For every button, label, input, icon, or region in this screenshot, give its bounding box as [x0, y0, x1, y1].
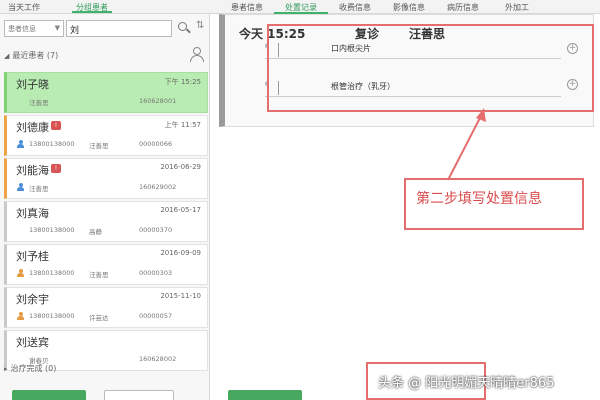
add-patient-icon[interactable]	[190, 47, 204, 63]
tab-fee-info[interactable]: 收费信息	[328, 0, 382, 14]
search-input[interactable]: 刘	[66, 20, 172, 37]
secondary-button[interactable]	[104, 390, 174, 400]
patient-id: 160628001	[139, 97, 177, 105]
patient-card[interactable]: 刘德康 ! 上午 11:57 13800138000 汪善思 00000066	[4, 115, 208, 156]
annotation-arrow	[447, 108, 486, 181]
top-tab-bar: 当天工作 分组患者 患者信息 处置记录 收费信息 影像信息 病历信息 外加工	[0, 0, 600, 14]
patient-id: 160628002	[139, 355, 177, 363]
doctor-name: 高静	[89, 228, 102, 236]
record-tabs: 患者信息 处置记录 收费信息 影像信息 病历信息 外加工	[220, 0, 544, 14]
treatment-done-label: 治疗完成 (0)	[10, 364, 57, 373]
patient-phone: 13800138000	[29, 226, 75, 234]
doctor-name: 汪善思	[29, 185, 49, 193]
watermark: 头条 @ 阳光明媚天晴晴er865	[378, 376, 555, 391]
highlight-box	[267, 24, 594, 112]
primary-button[interactable]	[12, 390, 86, 400]
patient-card[interactable]: 刘余宇 2015-11-10 13800138000 许芸达 00000057	[4, 287, 208, 328]
tab-outsourcing[interactable]: 外加工	[490, 0, 544, 14]
sort-icon[interactable]: ⇅	[196, 20, 204, 31]
patient-panel: 患者信息 ▼ 刘 ⇅ ◢ 最近患者 (7) 刘子晓 下午 15:25 汪善思 16…	[0, 14, 210, 400]
patient-id: 00000057	[139, 312, 173, 320]
person-icon	[17, 140, 24, 148]
patient-id: 160629002	[139, 183, 177, 191]
flag-badge-icon: !	[51, 164, 61, 173]
patient-name: 刘真海	[16, 207, 49, 220]
doctor-name: 汪善思	[29, 99, 49, 107]
patient-name: 刘能海	[16, 164, 49, 177]
tab-treatment-record[interactable]: 处置记录	[274, 0, 328, 14]
visit-date: 2016-05-17	[160, 206, 201, 214]
patient-phone: 13800138000	[29, 140, 75, 148]
tab-case-info[interactable]: 病历信息	[436, 0, 490, 14]
tab-patient-info[interactable]: 患者信息	[220, 0, 274, 14]
doctor-name: 汪善思	[89, 142, 109, 150]
patient-name: 刘余宇	[16, 293, 49, 306]
patient-name: 刘德康	[16, 121, 49, 134]
patient-name: 刘予桂	[16, 250, 49, 263]
patient-name: 刘送宾	[16, 336, 49, 349]
person-icon	[17, 183, 24, 191]
patient-card[interactable]: 刘能海 ! 2016-06-29 汪善思 160629002	[4, 158, 208, 199]
step2-annotation: 第二步填写处置信息	[416, 191, 542, 207]
chevron-down-icon: ▼	[54, 24, 60, 32]
search-row: 患者信息 ▼ 刘 ⇅	[4, 20, 208, 38]
treatment-done-header[interactable]: ▸ 治疗完成 (0)	[4, 363, 208, 377]
patient-name: 刘子晓	[16, 78, 49, 91]
recent-patients-label: 最近患者 (7)	[12, 51, 59, 60]
patient-list: 刘子晓 下午 15:25 汪善思 160628001 刘德康 ! 上午 11:5…	[4, 72, 208, 373]
patient-phone: 13800138000	[29, 269, 75, 277]
search-scope-select[interactable]: 患者信息 ▼	[4, 20, 64, 37]
tab-image-info[interactable]: 影像信息	[382, 0, 436, 14]
patient-phone: 13800138000	[29, 312, 75, 320]
patient-id: 00000370	[139, 226, 173, 234]
bottom-bar	[0, 390, 600, 400]
recent-patients-header[interactable]: ◢ 最近患者 (7)	[4, 47, 208, 64]
person-icon	[17, 269, 24, 277]
collapse-triangle-icon: ◢	[4, 52, 10, 60]
patient-id: 00000066	[139, 140, 173, 148]
visit-date: 2016-06-29	[160, 163, 201, 171]
visit-date: 2015-11-10	[160, 292, 201, 300]
save-record-button[interactable]	[228, 390, 302, 400]
flag-badge-icon: !	[51, 121, 61, 130]
patient-id: 00000303	[139, 269, 173, 277]
tab-today-work[interactable]: 当天工作	[4, 1, 44, 13]
expand-triangle-icon: ▸	[4, 365, 8, 373]
patient-card[interactable]: 刘真海 2016-05-17 13800138000 高静 00000370	[4, 201, 208, 242]
patient-card[interactable]: 刘予桂 2016-09-09 13800138000 汪善思 00000303	[4, 244, 208, 285]
visit-date: 2016-09-09	[160, 249, 201, 257]
doctor-name: 许芸达	[89, 314, 109, 322]
tab-group-patients[interactable]: 分组患者	[72, 1, 112, 13]
person-icon	[17, 312, 24, 320]
visit-time: 上午 11:57	[164, 121, 201, 129]
doctor-name: 汪善思	[89, 271, 109, 279]
visit-time: 下午 15:25	[164, 78, 201, 86]
search-icon[interactable]	[177, 20, 191, 36]
search-scope-value: 患者信息	[8, 25, 36, 33]
patient-card[interactable]: 刘子晓 下午 15:25 汪善思 160628001	[4, 72, 208, 113]
